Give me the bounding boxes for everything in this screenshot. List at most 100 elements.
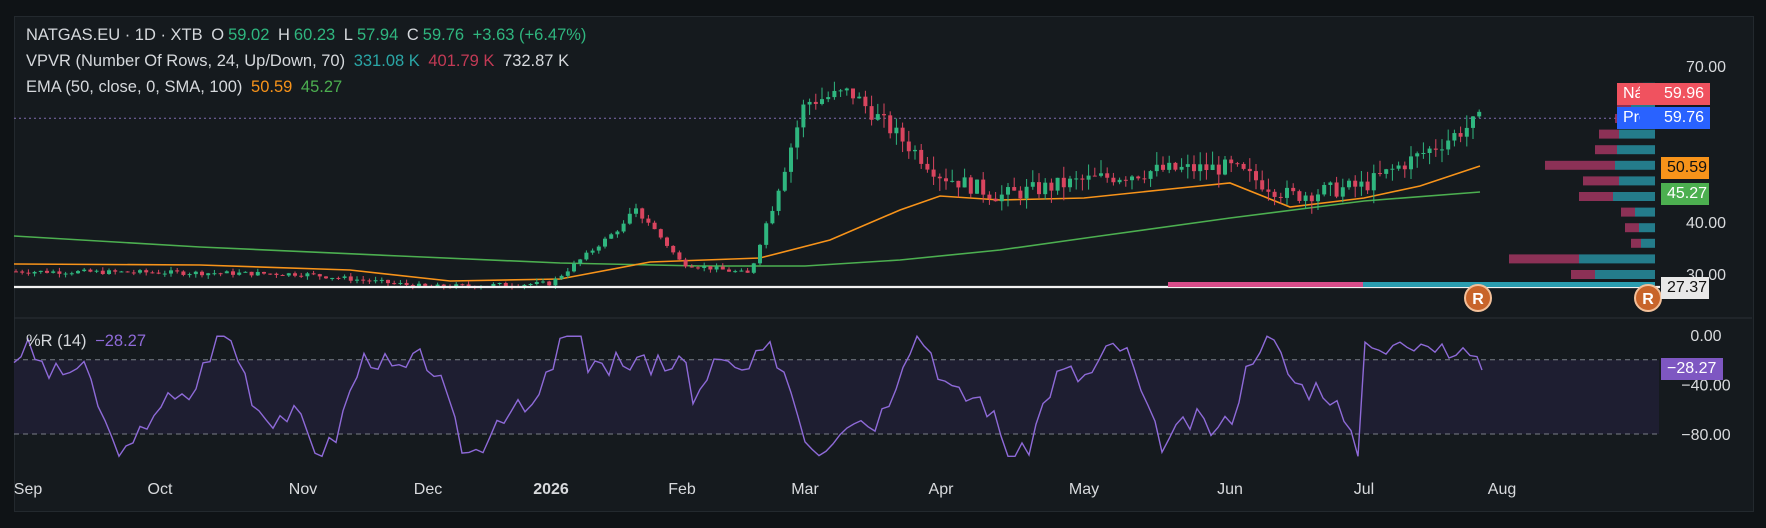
ema-label: EMA (50, close, 0, SMA, 100)	[26, 78, 243, 96]
candle-body	[1148, 171, 1153, 179]
candle-body	[119, 271, 124, 273]
vpvr-up-bar	[1617, 145, 1655, 155]
close-label: C	[406, 26, 419, 44]
candle-body	[379, 279, 384, 281]
candle-body	[1316, 194, 1320, 202]
candle-body	[156, 272, 161, 274]
wr-badge: −28.27	[1661, 358, 1723, 380]
candle-body	[875, 114, 880, 120]
candle-body	[317, 274, 322, 277]
candle-body	[621, 223, 626, 232]
candle-body	[838, 90, 843, 92]
candle-body	[1123, 179, 1128, 181]
candle-body	[361, 279, 366, 281]
candle-body	[367, 280, 372, 282]
candle-body	[1384, 169, 1389, 174]
candle-body	[45, 270, 49, 273]
vpvr-down-bar	[1509, 254, 1579, 264]
candle-body	[175, 270, 180, 272]
candle-body	[373, 280, 378, 282]
candle-body	[999, 194, 1004, 202]
ema-legend[interactable]: EMA (50, close, 0, SMA, 100) 50.59 45.27	[26, 78, 346, 97]
candle-body	[51, 271, 56, 273]
wr-badge-value: −28.27	[1667, 360, 1717, 377]
vpvr-down-bar	[1545, 160, 1615, 170]
candle-body	[652, 222, 657, 230]
candle-body	[844, 88, 849, 91]
candle-body	[658, 229, 663, 238]
candle-body	[894, 127, 899, 134]
candle-body	[634, 208, 638, 214]
wr-legend[interactable]: %R (14) −28.27	[26, 332, 150, 351]
vpvr-down-bar	[1595, 145, 1617, 155]
candle-body	[1427, 148, 1432, 154]
candle-body	[1452, 133, 1457, 141]
candle-body	[1179, 166, 1184, 170]
candle-body	[1223, 159, 1227, 175]
candle-body	[1018, 190, 1023, 199]
candle-body	[1086, 175, 1091, 180]
ema50-badge: 50.59	[1661, 157, 1709, 179]
candle-body	[1080, 178, 1085, 180]
vpvr-label: VPVR (Number Of Rows, 24, Up/Down, 70)	[26, 52, 346, 70]
vpvr-total: 732.87 K	[503, 52, 570, 70]
vpvr-up-bar	[1619, 129, 1655, 139]
candle-body	[262, 271, 266, 274]
ema-value-1: 50.59	[251, 78, 293, 96]
candle-body	[187, 274, 192, 276]
vpvr-down-bar	[1631, 238, 1641, 248]
candle-body	[1260, 180, 1265, 190]
candle-body	[342, 276, 347, 278]
candle-body	[1322, 184, 1327, 195]
candle-body	[913, 149, 917, 152]
candle-body	[206, 273, 211, 276]
candle-body	[293, 273, 297, 276]
candle-body	[1030, 182, 1035, 187]
candle-body	[1353, 180, 1358, 187]
x-tick-label: Nov	[289, 481, 317, 498]
candle-body	[237, 272, 242, 275]
x-tick-label: Jul	[1354, 481, 1374, 498]
wr-value: −28.27	[95, 332, 147, 350]
candle-body	[1043, 182, 1048, 195]
candle-body	[299, 275, 304, 277]
open-value: 59.02	[228, 26, 270, 44]
candle-body	[26, 272, 31, 274]
candle-body	[1471, 116, 1475, 128]
candle-body	[1297, 191, 1302, 201]
candle-body	[1099, 173, 1103, 176]
candle-body	[565, 271, 570, 276]
candle-body	[1037, 182, 1041, 195]
candle-body	[131, 272, 136, 274]
candle-body	[1291, 187, 1296, 192]
candle-body	[987, 194, 992, 199]
candle-body	[665, 237, 669, 246]
ema100-price: 45.27	[1667, 185, 1708, 202]
candle-body	[144, 270, 149, 273]
candle-body	[243, 271, 248, 273]
candle-body	[751, 263, 756, 273]
vpvr-down-bar	[1599, 129, 1619, 139]
candle-body	[503, 283, 508, 286]
vpvr-down: 401.79 K	[428, 52, 495, 70]
candle-body	[528, 284, 533, 286]
candle-body	[764, 223, 769, 245]
candle-body	[739, 270, 744, 272]
candle-body	[404, 282, 409, 286]
candle-body	[671, 245, 676, 253]
candle-body	[696, 267, 700, 269]
candle-body	[1136, 176, 1141, 179]
candle-body	[268, 273, 273, 275]
vpvr-up-bar	[1635, 207, 1655, 217]
candle-body	[534, 281, 539, 285]
candle-body	[1142, 178, 1147, 180]
candle-body	[224, 271, 229, 274]
candle-body	[1409, 156, 1413, 170]
x-tick-label: May	[1069, 481, 1099, 498]
vpvr-legend[interactable]: VPVR (Number Of Rows, 24, Up/Down, 70) 3…	[26, 52, 573, 71]
candle-body	[392, 283, 397, 285]
candle-body	[1347, 180, 1351, 188]
candle-body	[193, 271, 198, 275]
candle-body	[931, 169, 936, 177]
candle-body	[1198, 164, 1203, 172]
